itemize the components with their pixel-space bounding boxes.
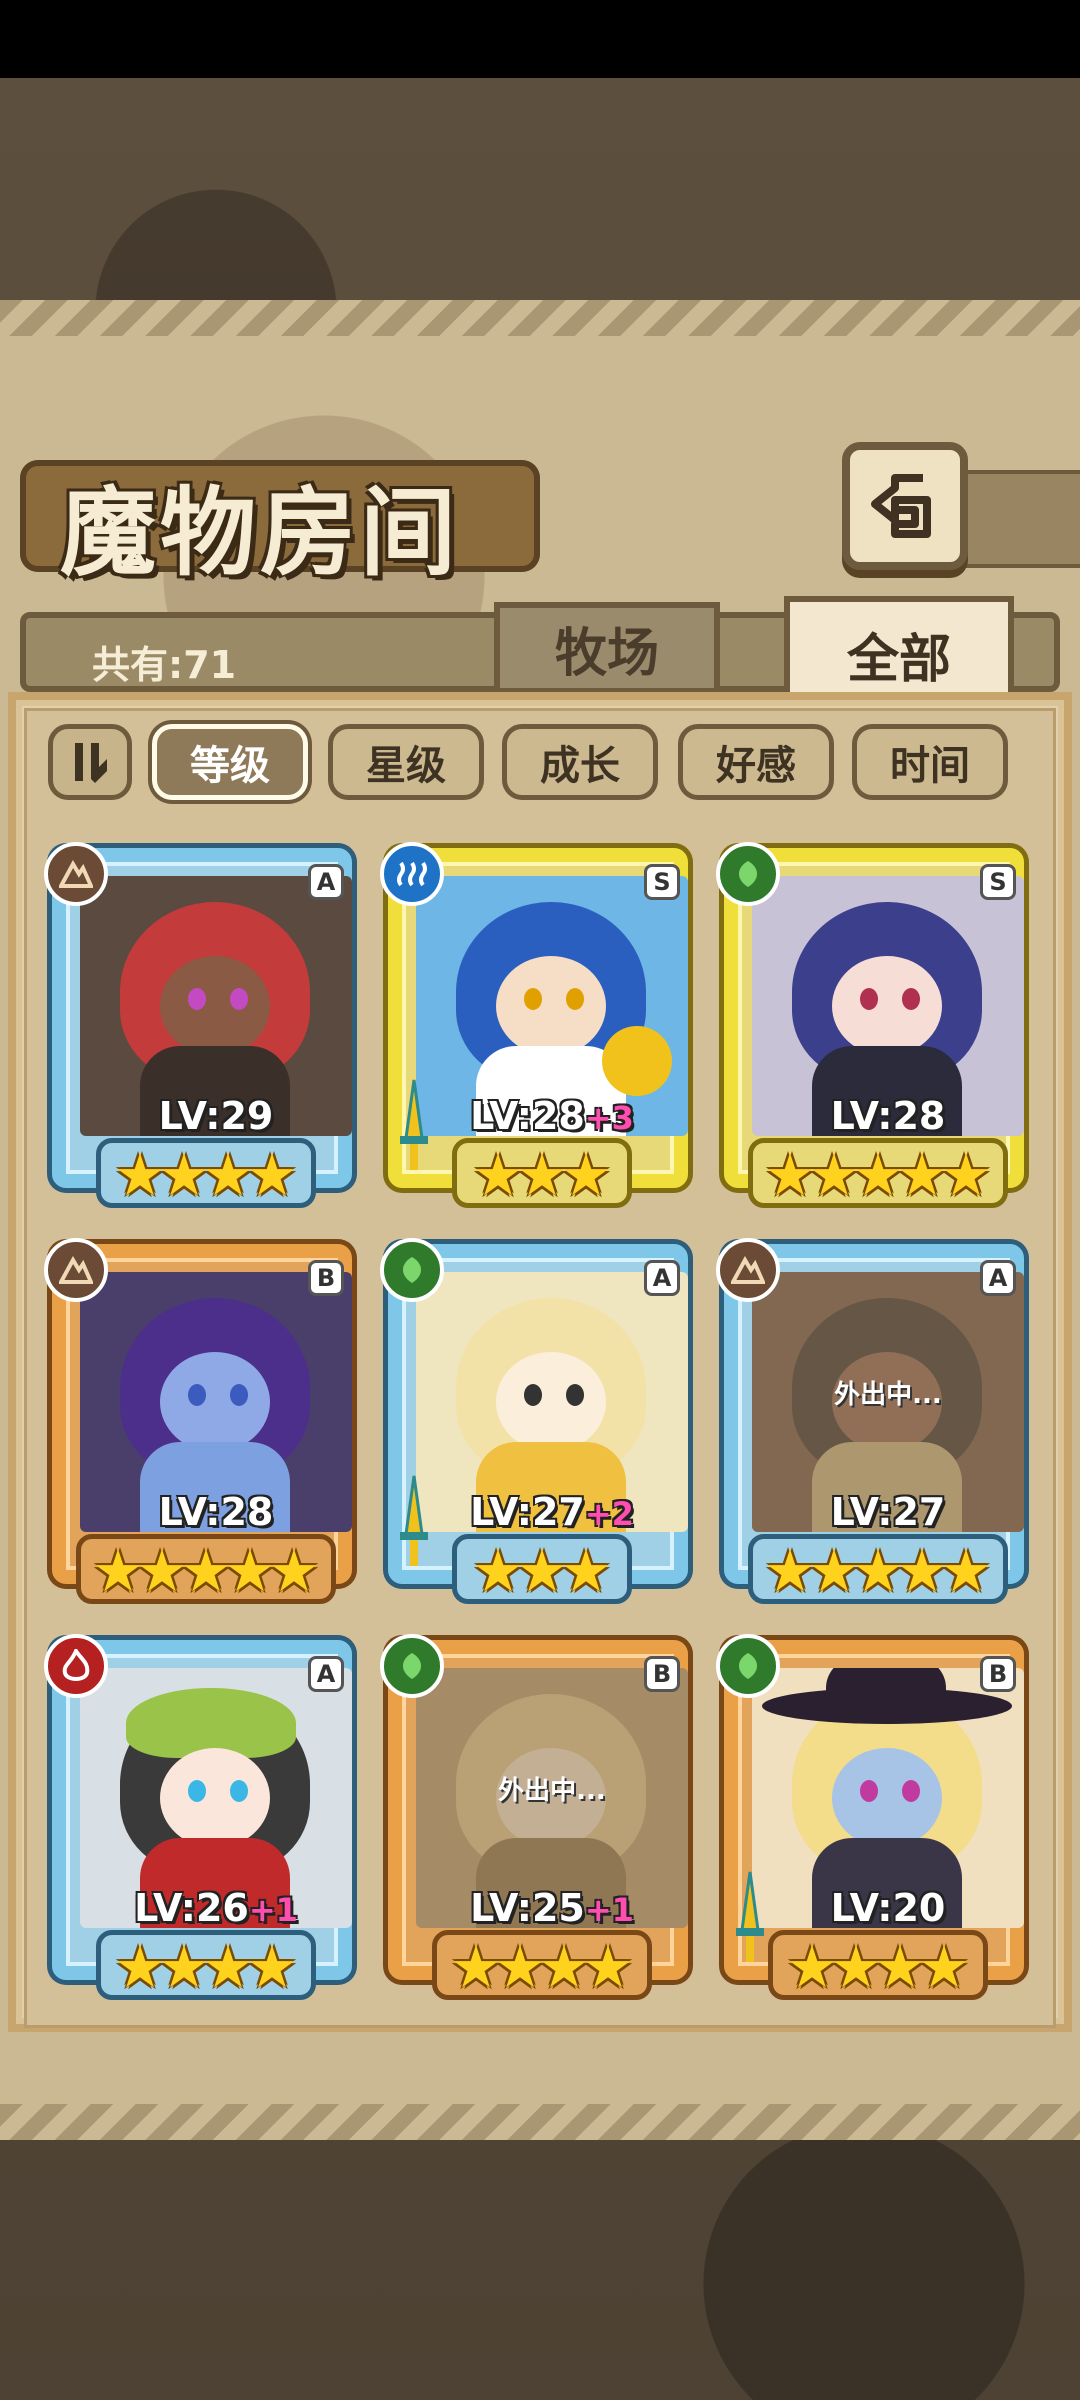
page-title: 魔物房间 (60, 477, 460, 589)
sort-affection-button[interactable]: 好感 (678, 724, 834, 800)
leaf-icon (716, 842, 780, 906)
card-frame: 外出中... LV:25+1 (388, 1640, 688, 1980)
sort-time-button[interactable]: 时间 (852, 724, 1008, 800)
monster-card[interactable]: LV:27+2 A ★★★ (380, 1238, 696, 1616)
fire-icon (44, 1634, 108, 1698)
card-frame: LV:28 (52, 1244, 352, 1584)
leaf-icon (716, 1634, 780, 1698)
monster-card[interactable]: LV:28 S ★★★★★ (716, 842, 1032, 1220)
sort-order-toggle[interactable] (48, 724, 132, 800)
rank-badge: S (644, 864, 680, 900)
leaf-icon (380, 1238, 444, 1302)
card-frame: 外出中... LV:27 (724, 1244, 1024, 1584)
star-rating: ★★★★ (786, 1933, 970, 2001)
monster-card[interactable]: 外出中... LV:25+1 B ★★★★ (380, 1634, 696, 2012)
level-label: LV:28+3 (470, 1094, 634, 1138)
star-rating: ★★★★★ (764, 1141, 992, 1209)
level-label: LV:27+2 (470, 1490, 634, 1534)
monster-card[interactable]: LV:29 A ★★★★ (44, 842, 360, 1220)
level-label: LV:20 (830, 1886, 946, 1930)
star-rating: ★★★★★ (92, 1537, 320, 1605)
rock-icon (716, 1238, 780, 1302)
sort-order-icon (75, 743, 107, 783)
sort-level-button[interactable]: 等级 (152, 724, 308, 800)
monster-card[interactable]: LV:20 B ★★★★ (716, 1634, 1032, 2012)
level-label: LV:28 (830, 1094, 946, 1138)
back-button[interactable] (842, 442, 968, 570)
monster-count: 共有:71 (92, 643, 237, 687)
rank-badge: B (644, 1656, 680, 1692)
star-rating: ★★★ (472, 1537, 612, 1605)
tab-all[interactable]: 全部 (784, 596, 1014, 706)
back-button-rail (960, 470, 1080, 568)
rank-badge: A (980, 1260, 1016, 1296)
away-status: 外出中... (834, 1380, 942, 1410)
card-frame: LV:29 (52, 848, 352, 1188)
water-icon (380, 842, 444, 906)
card-frame: LV:28 (724, 848, 1024, 1188)
rank-badge: B (980, 1656, 1016, 1692)
level-label: LV:27 (830, 1490, 946, 1534)
star-rating: ★★★★ (450, 1933, 634, 2001)
monster-card[interactable]: LV:28+3 S ★★★ (380, 842, 696, 1220)
rank-badge: A (308, 1656, 344, 1692)
level-label: LV:28 (158, 1490, 274, 1534)
monster-card[interactable]: LV:28 B ★★★★★ (44, 1238, 360, 1616)
sort-growth-button[interactable]: 成长 (502, 724, 658, 800)
level-label: LV:26+1 (134, 1886, 298, 1930)
star-rating: ★★★ (472, 1141, 612, 1209)
rock-icon (44, 1238, 108, 1302)
card-frame: LV:26+1 (52, 1640, 352, 1980)
rank-badge: B (308, 1260, 344, 1296)
tab-ranch[interactable]: 牧场 (494, 602, 720, 694)
level-label: LV:25+1 (470, 1886, 634, 1930)
away-status: 外出中... (498, 1776, 606, 1806)
level-label: LV:29 (158, 1094, 274, 1138)
monster-card[interactable]: 外出中... LV:27 A ★★★★★ (716, 1238, 1032, 1616)
rank-badge: A (644, 1260, 680, 1296)
rank-badge: S (980, 864, 1016, 900)
leaf-icon (380, 1634, 444, 1698)
sort-star-button[interactable]: 星级 (328, 724, 484, 800)
parchment-edge-top (0, 300, 1080, 336)
rock-icon (44, 842, 108, 906)
return-arrow-icon (871, 474, 931, 538)
parchment-edge-bottom (0, 2104, 1080, 2140)
star-rating: ★★★★ (114, 1933, 298, 2001)
star-rating: ★★★★★ (764, 1537, 992, 1605)
star-rating: ★★★★ (114, 1141, 298, 1209)
monster-card[interactable]: LV:26+1 A ★★★★ (44, 1634, 360, 2012)
rank-badge: A (308, 864, 344, 900)
status-bar (0, 0, 1080, 78)
